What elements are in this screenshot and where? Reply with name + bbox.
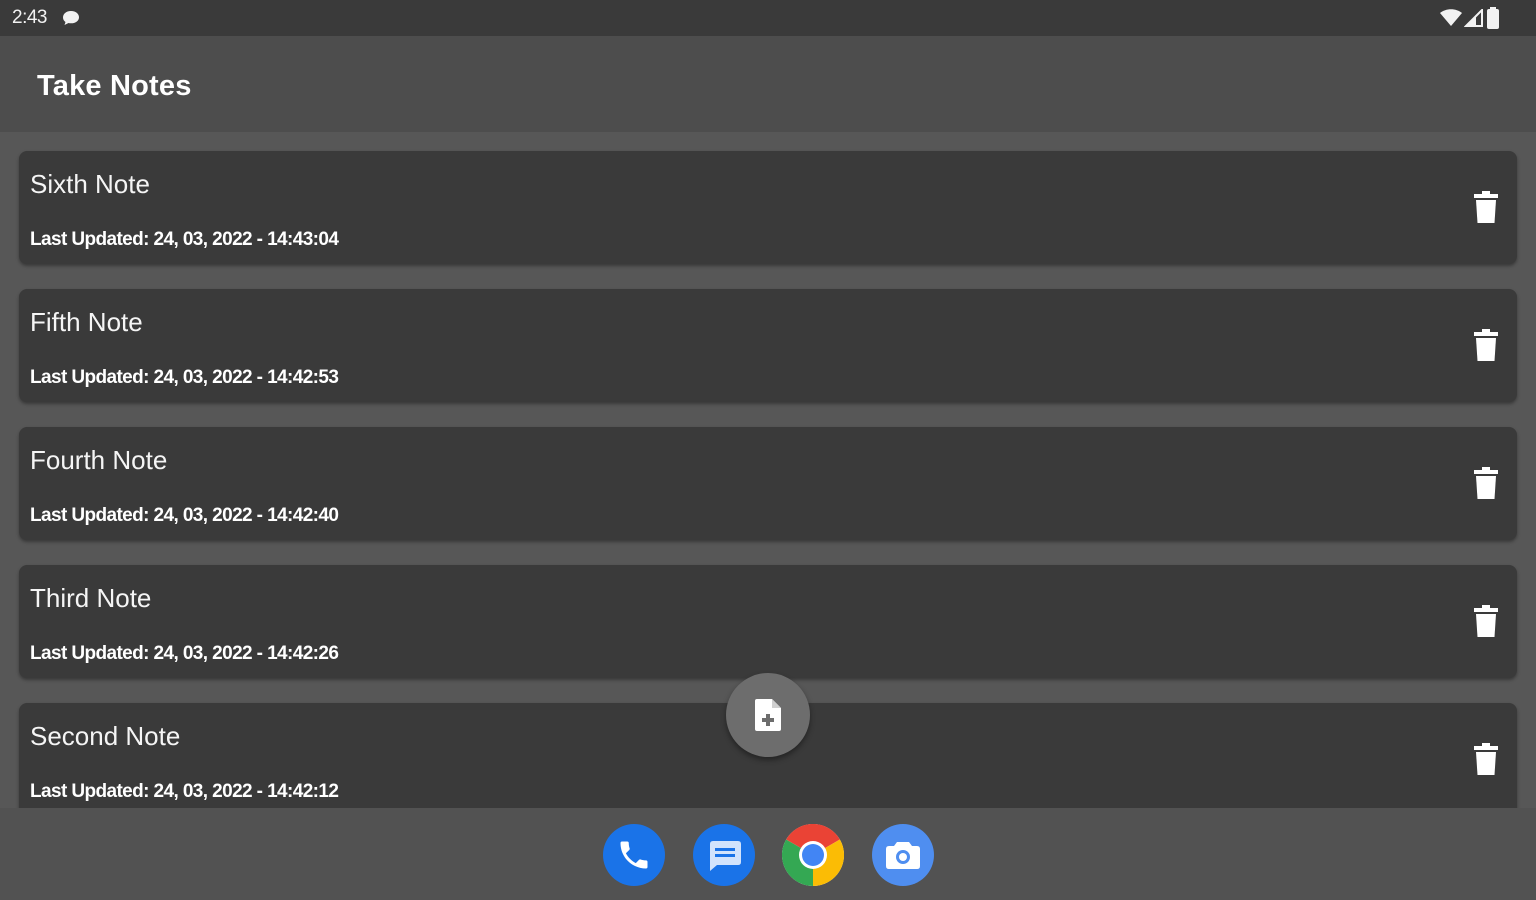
trash-icon — [1474, 605, 1498, 637]
note-last-updated: Last Updated: 24, 03, 2022 - 14:42:26 — [30, 643, 339, 664]
new-note-icon — [755, 699, 781, 731]
trash-icon — [1474, 191, 1498, 223]
note-title: Second Note — [30, 721, 181, 751]
note-title: Fourth Note — [30, 445, 168, 475]
note-title: Third Note — [30, 583, 152, 613]
note-card[interactable]: Third Note Last Updated: 24, 03, 2022 - … — [19, 565, 1517, 678]
delete-button[interactable] — [1471, 741, 1501, 777]
chat-icon — [63, 11, 79, 25]
delete-button[interactable] — [1471, 327, 1501, 363]
dock — [0, 808, 1536, 900]
messages-app[interactable] — [693, 824, 755, 886]
note-title: Fifth Note — [30, 307, 143, 337]
signal-icon — [1464, 9, 1483, 27]
trash-icon — [1474, 467, 1498, 499]
trash-icon — [1474, 329, 1498, 361]
delete-button[interactable] — [1471, 465, 1501, 501]
note-card[interactable]: Sixth Note Last Updated: 24, 03, 2022 - … — [19, 151, 1517, 264]
add-note-button[interactable] — [726, 673, 810, 757]
note-card[interactable]: Fifth Note Last Updated: 24, 03, 2022 - … — [19, 289, 1517, 402]
wifi-icon — [1440, 9, 1462, 26]
messages-icon — [710, 841, 741, 871]
camera-icon — [886, 842, 920, 869]
chrome-icon — [782, 824, 844, 886]
app-bar: Take Notes — [0, 36, 1536, 132]
note-title: Sixth Note — [30, 169, 150, 199]
note-last-updated: Last Updated: 24, 03, 2022 - 14:43:04 — [30, 229, 339, 250]
phone-icon — [620, 841, 648, 869]
phone-app[interactable] — [603, 824, 665, 886]
delete-button[interactable] — [1471, 603, 1501, 639]
chrome-app[interactable] — [782, 824, 844, 886]
note-last-updated: Last Updated: 24, 03, 2022 - 14:42:53 — [30, 367, 339, 388]
trash-icon — [1474, 743, 1498, 775]
battery-icon — [1487, 7, 1499, 29]
note-last-updated: Last Updated: 24, 03, 2022 - 14:42:12 — [30, 781, 339, 802]
page-title: Take Notes — [37, 70, 192, 102]
status-bar: 2:43 — [0, 0, 1536, 36]
status-icons — [1440, 7, 1500, 29]
note-card[interactable]: Fourth Note Last Updated: 24, 03, 2022 -… — [19, 427, 1517, 540]
note-last-updated: Last Updated: 24, 03, 2022 - 14:42:40 — [30, 505, 339, 526]
delete-button[interactable] — [1471, 189, 1501, 225]
status-time: 2:43 — [12, 7, 47, 28]
camera-app[interactable] — [872, 824, 934, 886]
